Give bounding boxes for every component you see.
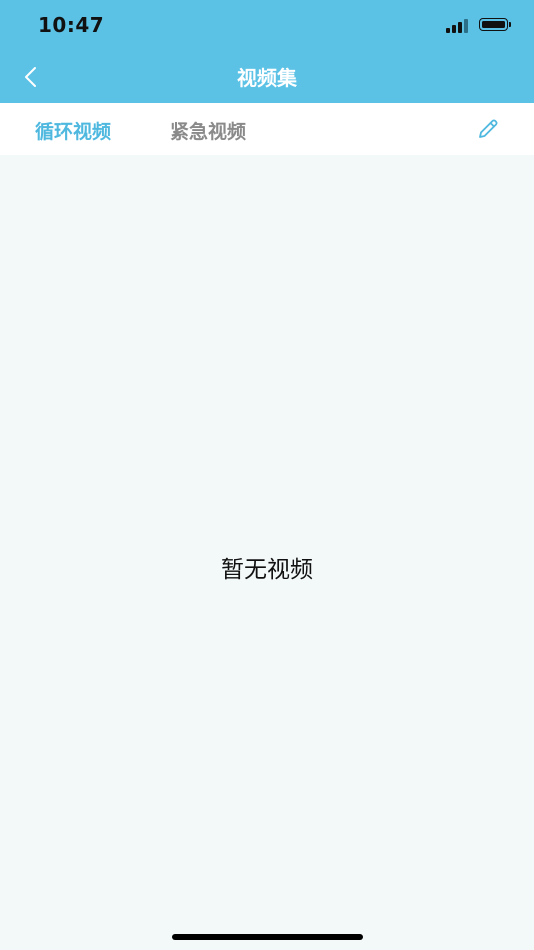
pencil-icon bbox=[479, 119, 498, 138]
header-bar: 10:47 视频集 bbox=[0, 0, 534, 103]
home-indicator[interactable] bbox=[172, 934, 363, 940]
status-time: 10:47 bbox=[38, 13, 105, 37]
battery-tip bbox=[509, 22, 511, 27]
tab-loop-videos[interactable]: 循环视频 bbox=[35, 117, 111, 144]
battery-icon bbox=[479, 18, 508, 31]
cellular-signal-icon bbox=[446, 19, 470, 33]
edit-button[interactable] bbox=[474, 115, 502, 143]
empty-state-message: 暂无视频 bbox=[221, 557, 313, 583]
tab-bar: 循环视频 紧急视频 bbox=[0, 103, 534, 155]
tab-emergency-videos[interactable]: 紧急视频 bbox=[170, 117, 246, 144]
page-title: 视频集 bbox=[237, 66, 297, 90]
